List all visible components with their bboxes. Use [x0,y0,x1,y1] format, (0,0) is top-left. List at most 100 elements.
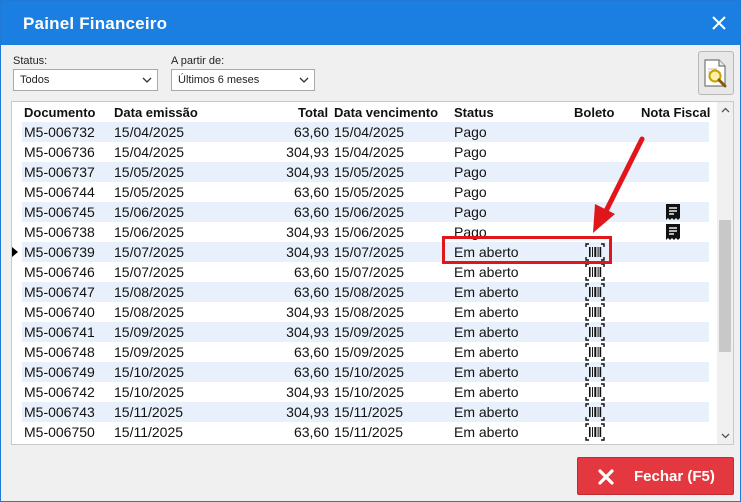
scroll-thumb[interactable] [719,220,731,352]
table-row[interactable]: M5-006750 15/11/2025 63,60 15/11/2025 Em abe… [22,422,709,442]
fechar-button[interactable]: Fechar (F5) [577,457,734,495]
cell-data-vencimento: 15/08/2025 [334,304,405,320]
header-documento[interactable]: Documento [24,105,96,120]
cell-status: Pago [454,164,487,180]
cell-status: Em aberto [454,264,519,280]
table-row[interactable]: M5-006740 15/08/2025 304,93 15/08/2025 Em ab… [22,302,709,322]
barcode-icon[interactable] [585,403,605,421]
cell-status: Em aberto [454,324,519,340]
header-data-emissao[interactable]: Data emissão [114,105,198,120]
search-button[interactable] [698,51,734,95]
table-row[interactable]: M5-006732 15/04/2025 63,60 15/04/2025 Pago [22,122,709,142]
invoices-grid: Documento Data emissão Total Data vencim… [11,101,734,445]
cell-data-emissao: 15/07/2025 [114,244,185,260]
cell-documento: M5-006737 [24,164,95,180]
header-nota-fiscal[interactable]: Nota Fiscal [641,105,710,120]
cell-total: 63,60 [293,424,329,440]
cell-data-emissao: 15/08/2025 [114,284,185,300]
cell-data-vencimento: 15/05/2025 [334,164,405,180]
table-row[interactable]: M5-006736 15/04/2025 304,93 15/04/2025 Pago [22,142,709,162]
painel-financeiro-window: Painel Financeiro Status: Todos A partir… [0,0,741,502]
cell-data-vencimento: 15/09/2025 [334,344,405,360]
barcode-icon[interactable] [585,323,605,341]
table-row[interactable]: M5-006744 15/05/2025 63,60 15/05/2025 Pago [22,182,709,202]
cell-documento: M5-006741 [24,324,95,340]
table-row[interactable]: M5-006741 15/09/2025 304,93 15/09/2025 Em ab… [22,322,709,342]
cell-data-vencimento: 15/05/2025 [334,184,405,200]
cell-status: Em aberto [454,244,519,260]
barcode-icon[interactable] [585,363,605,381]
cell-documento: M5-006743 [24,404,95,420]
cell-data-emissao: 15/11/2025 [114,404,184,420]
cell-status: Em aberto [454,304,519,320]
table-row[interactable]: M5-006743 15/11/2025 304,93 15/11/2025 Em ab… [22,402,709,422]
cell-data-vencimento: 15/04/2025 [334,124,405,140]
cell-status: Em aberto [454,424,519,440]
header-total[interactable]: Total [298,105,328,120]
cell-documento: M5-006748 [24,344,95,360]
cell-total: 304,93 [286,244,329,260]
scroll-down-button[interactable] [717,428,733,444]
table-row[interactable]: M5-006747 15/08/2025 63,60 15/08/2025 Em abe… [22,282,709,302]
table-row[interactable]: M5-006737 15/05/2025 304,93 15/05/2025 Pago [22,162,709,182]
cell-documento: M5-006740 [24,304,95,320]
cell-total: 304,93 [286,304,329,320]
cell-data-emissao: 15/10/2025 [114,384,185,400]
cell-documento: M5-006738 [24,224,95,240]
cell-total: 304,93 [286,144,329,160]
cell-data-vencimento: 15/11/2025 [334,404,404,420]
cell-total: 304,93 [286,224,329,240]
barcode-icon[interactable] [585,283,605,301]
window-close-button[interactable] [704,8,734,38]
scroll-up-button[interactable] [717,102,733,118]
cell-data-emissao: 15/06/2025 [114,224,185,240]
cell-status: Pago [454,124,487,140]
cell-data-vencimento: 15/10/2025 [334,364,405,380]
cell-data-emissao: 15/05/2025 [114,164,185,180]
barcode-icon[interactable] [585,263,605,281]
table-row[interactable]: M5-006738 15/06/2025 304,93 15/06/2025 Pago [22,222,709,242]
title-bar: Painel Financeiro [1,1,740,45]
table-row[interactable]: M5-006742 15/10/2025 304,93 15/10/2025 Em ab… [22,382,709,402]
cell-data-vencimento: 15/09/2025 [334,324,405,340]
header-status[interactable]: Status [454,105,494,120]
barcode-icon[interactable] [585,343,605,361]
barcode-icon[interactable] [585,303,605,321]
cell-data-vencimento: 15/07/2025 [334,264,405,280]
table-row[interactable]: M5-006748 15/09/2025 63,60 15/09/2025 Em abe… [22,342,709,362]
cell-data-vencimento: 15/08/2025 [334,284,405,300]
chevron-down-icon [142,77,152,83]
header-data-vencimento[interactable]: Data vencimento [334,105,438,120]
cell-total: 304,93 [286,384,329,400]
cell-documento: M5-006746 [24,264,95,280]
barcode-icon[interactable] [585,423,605,441]
cell-data-emissao: 15/11/2025 [114,424,184,440]
table-row[interactable]: M5-006746 15/07/2025 63,60 15/07/2025 Em abe… [22,262,709,282]
cell-status: Em aberto [454,404,519,420]
filter-bar: Status: Todos A partir de: Últimos 6 mes… [1,45,740,101]
close-icon [598,469,614,485]
cell-status: Pago [454,184,487,200]
table-row[interactable]: M5-006749 15/10/2025 63,60 15/10/2025 Em abe… [22,362,709,382]
status-filter-select[interactable]: Todos [13,69,158,91]
cell-total: 63,60 [293,284,329,300]
cell-total: 63,60 [293,124,329,140]
vertical-scrollbar[interactable] [717,102,733,444]
chevron-up-icon [721,107,729,113]
cell-data-emissao: 15/10/2025 [114,364,185,380]
status-filter-value: Todos [20,74,50,86]
barcode-icon[interactable] [585,243,605,261]
invoice-icon[interactable] [665,223,681,241]
cell-data-vencimento: 15/04/2025 [334,144,405,160]
barcode-icon[interactable] [585,383,605,401]
header-boleto[interactable]: Boleto [574,105,614,120]
invoice-icon[interactable] [665,203,681,221]
cell-total: 63,60 [293,344,329,360]
period-filter-select[interactable]: Últimos 6 meses [171,69,315,91]
table-row[interactable]: M5-006745 15/06/2025 63,60 15/06/2025 Pago [22,202,709,222]
cell-documento: M5-006744 [24,184,95,200]
table-row[interactable]: M5-006739 15/07/2025 304,93 15/07/2025 Em ab… [12,242,709,262]
cell-data-emissao: 15/08/2025 [114,304,185,320]
cell-data-vencimento: 15/07/2025 [334,244,405,260]
status-filter-label: Status: [13,55,48,67]
